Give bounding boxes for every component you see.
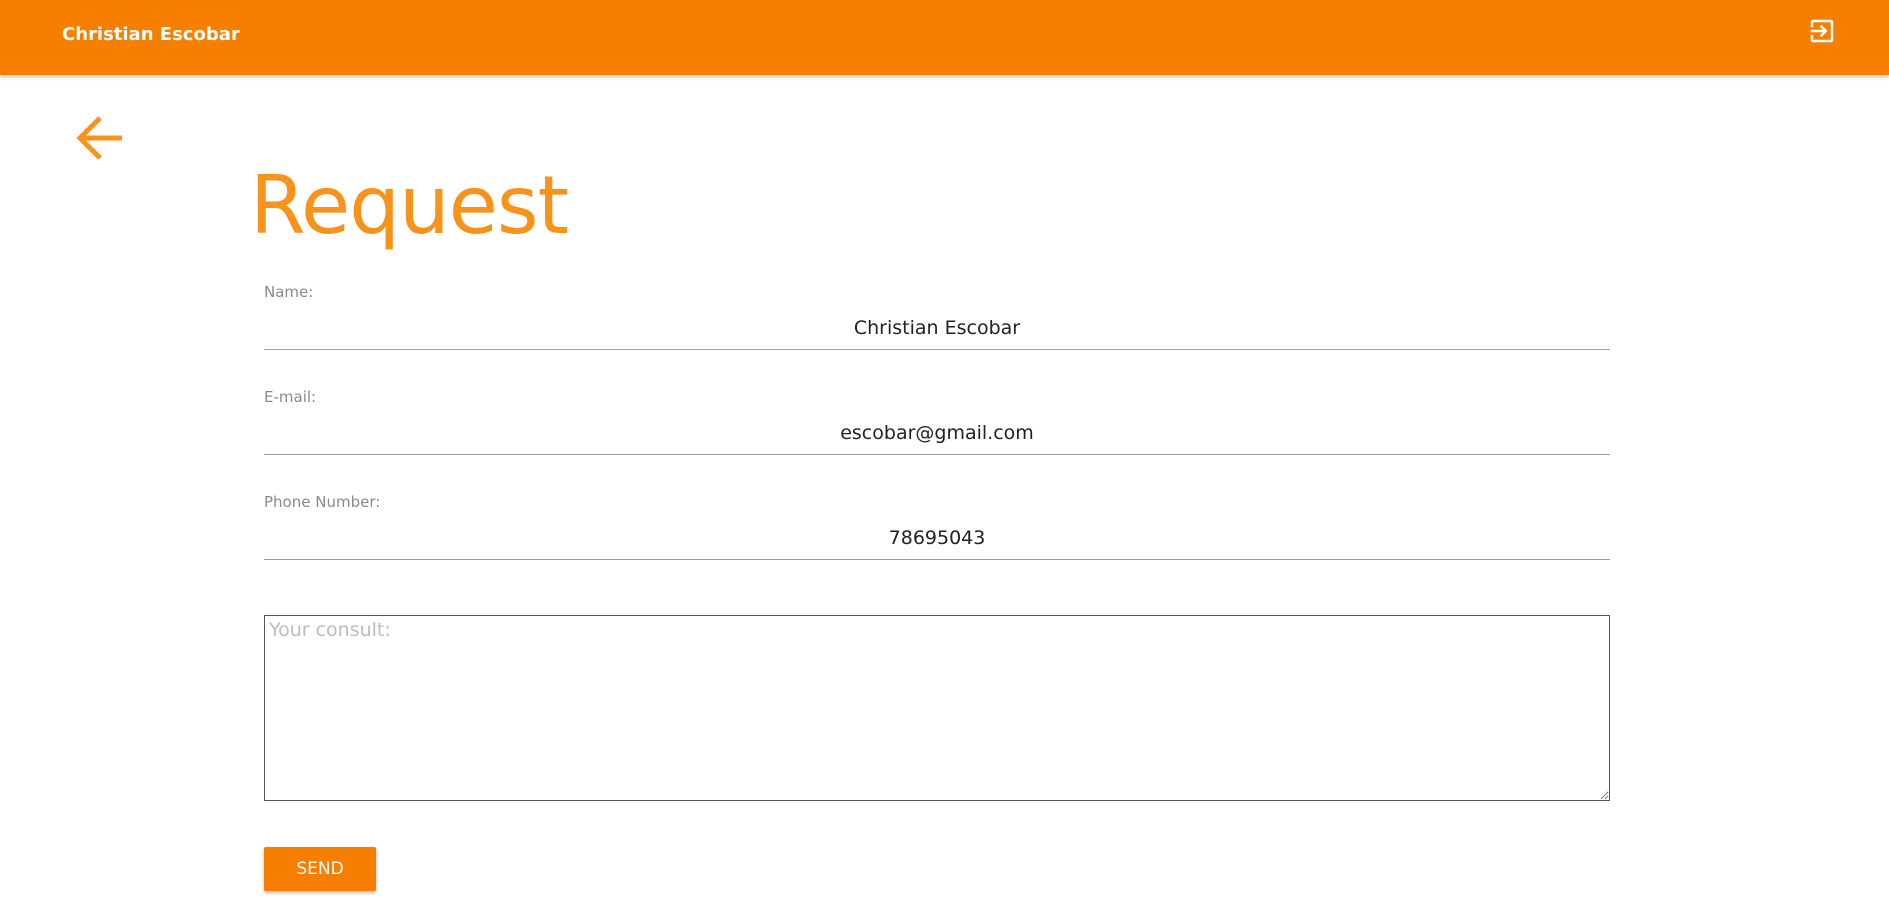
logout-icon xyxy=(1810,19,1834,43)
send-button[interactable]: SEND xyxy=(264,847,376,891)
name-input[interactable] xyxy=(264,307,1610,350)
email-field: E-mail: xyxy=(264,388,1610,455)
phone-input[interactable] xyxy=(264,517,1610,560)
name-field: Name: xyxy=(264,283,1610,350)
top-app-bar: Christian Escobar xyxy=(0,0,1889,75)
consult-textarea[interactable] xyxy=(264,615,1610,801)
back-button[interactable] xyxy=(70,110,130,166)
user-name: Christian Escobar xyxy=(62,24,240,45)
name-label: Name: xyxy=(264,283,314,301)
arrow-left-icon xyxy=(76,116,122,160)
email-input[interactable] xyxy=(264,412,1610,455)
logout-button[interactable] xyxy=(1807,16,1837,46)
phone-field: Phone Number: xyxy=(264,493,1610,560)
email-label: E-mail: xyxy=(264,388,317,406)
phone-label: Phone Number: xyxy=(264,493,381,511)
page-title: Request xyxy=(250,159,569,252)
